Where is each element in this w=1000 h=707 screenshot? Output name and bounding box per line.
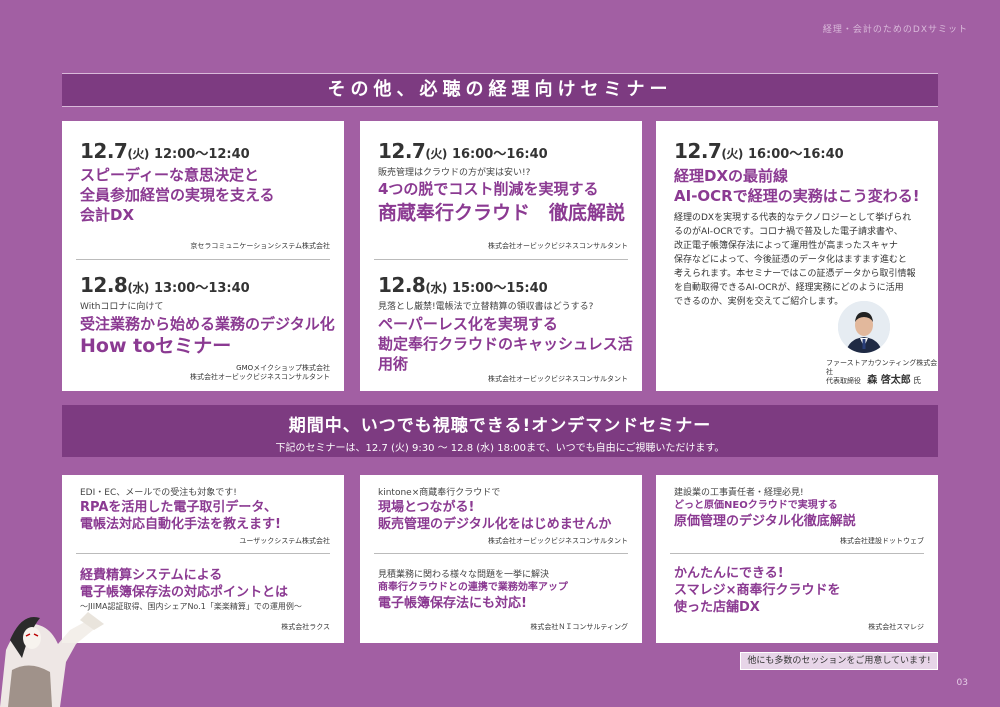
section-banner-ondemand: 期間中、いつでも視聴できる!オンデマンドセミナー 下記のセミナーは、12.7 (…: [62, 405, 938, 457]
session-date: 12.7(火) 16:00〜16:40: [378, 139, 548, 163]
session-title-lead: 商奉行クラウドとの連携で業務効率アップ: [378, 582, 568, 593]
company-name: 株式会社建設ドットウェブ: [840, 537, 924, 545]
page-number: 03: [956, 678, 968, 688]
session-subtitle: kintone×商蔵奉行クラウドで: [378, 488, 501, 498]
more-sessions-note: 他にも多数のセッションをご用意しています!: [740, 652, 938, 670]
session-date: 12.8(水) 15:00〜15:40: [378, 273, 548, 297]
session-date: 12.7(火) 16:00〜16:40: [674, 139, 844, 163]
company-name: ユーザックシステム株式会社: [239, 537, 330, 545]
session-title-emphasis: 商蔵奉行クラウド 徹底解説: [378, 202, 626, 224]
divider: [670, 553, 924, 554]
company-name: 株式会社ＮＩコンサルティング: [530, 623, 628, 631]
session-title: スピーディーな意思決定と 全員参加経営の実現を支える 会計DX: [80, 166, 275, 224]
company-name: 株式会社スマレジ: [868, 623, 924, 631]
session-subtitle: 見落とし厳禁!電帳法で立替精算の領収書はどうする?: [378, 302, 594, 312]
session-title: 現場とつながる! 販売管理のデジタル化をはじめませんか: [378, 500, 612, 532]
session-description: 経理のDXを実現する代表的なテクノロジーとして挙げられ るのがAI-OCRです。…: [674, 213, 916, 307]
company-name: GMOメイクショップ株式会社 株式会社オービックビジネスコンサルタント: [190, 364, 330, 381]
seminar-card-2: 12.7(火) 16:00〜16:40 販売管理はクラウドの方が実は安い!? 4…: [360, 121, 642, 391]
session-title: 電子帳簿保存法にも対応!: [378, 596, 527, 611]
seminar-card-1: 12.7(火) 12:00〜12:40 スピーディーな意思決定と 全員参加経営の…: [62, 121, 344, 391]
session-title: 経費精算システムによる 電子帳簿保存法の対応ポイントとは: [80, 568, 289, 600]
session-subtitle: 販売管理はクラウドの方が実は安い!?: [378, 168, 531, 178]
session-date: 12.7(火) 12:00〜12:40: [80, 139, 250, 163]
ondemand-card-2: kintone×商蔵奉行クラウドで 現場とつながる! 販売管理のデジタル化をはじ…: [360, 475, 642, 643]
session-subtitle: EDI・EC、メールでの受注も対象です!: [80, 488, 237, 498]
section-banner-seminars: その他、必聴の経理向けセミナー: [62, 73, 938, 107]
divider: [76, 553, 330, 554]
session-title: 4つの脱でコスト削減を実現する: [378, 180, 599, 198]
session-title: 原価管理のデジタル化徹底解説: [674, 514, 856, 529]
session-title: かんたんにできる! スマレジ×商奉行クラウドを 使った店舗DX: [674, 566, 841, 615]
page: 経理・会計のためのDXサミット その他、必聴の経理向けセミナー 12.7(火) …: [0, 0, 1000, 707]
session-title: 受注業務から始める業務のデジタル化: [80, 315, 335, 333]
kabuki-illustration: [0, 600, 110, 707]
session-subtitle: 建設業の工事責任者・経理必見!: [674, 488, 804, 498]
session-subtitle: 〜JIIMA認証取得、国内シェアNo.1「楽楽精算」での運用例〜: [80, 602, 302, 611]
seminar-card-3: 12.7(火) 16:00〜16:40 経理DXの最前線 AI-OCRで経理の実…: [656, 121, 938, 391]
session-title-lead: どっと原価NEOクラウドで実現する: [674, 500, 838, 511]
company-name: 株式会社オービックビジネスコンサルタント: [488, 537, 628, 545]
session-title-emphasis: How toセミナー: [80, 335, 232, 357]
speaker-info: 代表取締役 森 啓太郎 氏: [826, 375, 921, 386]
session-title: RPAを活用した電子取引データ、 電帳法対応自動化手法を教えます!: [80, 500, 281, 532]
company-name: 京セラコミュニケーションシステム株式会社: [190, 242, 330, 250]
ondemand-card-3: 建設業の工事責任者・経理必見! どっと原価NEOクラウドで実現する 原価管理のデ…: [656, 475, 938, 643]
company-name: 株式会社オービックビジネスコンサルタント: [488, 242, 628, 250]
section-title: 期間中、いつでも視聴できる!オンデマンドセミナー: [288, 416, 712, 436]
session-date: 12.8(水) 13:00〜13:40: [80, 273, 250, 297]
section-subtitle: 下記のセミナーは、12.7 (火) 9:30 〜 12.8 (水) 18:00ま…: [275, 443, 725, 454]
session-title: 経理DXの最前線 AI-OCRで経理の実務はこう変わる!: [674, 167, 920, 205]
divider: [374, 553, 628, 554]
session-subtitle: 見積業務に関わる様々な問題を一挙に解決: [378, 570, 550, 580]
divider: [374, 259, 628, 260]
header-tag: 経理・会計のためのDXサミット: [822, 25, 968, 35]
speaker-photo: [838, 301, 890, 353]
session-subtitle: Withコロナに向けて: [80, 302, 164, 312]
divider: [76, 259, 330, 260]
company-name: 株式会社ラクス: [281, 623, 330, 631]
session-title: ペーパーレス化を実現する 勘定奉行クラウドのキャッシュレス活用術: [378, 315, 633, 373]
company-name: 株式会社オービックビジネスコンサルタント: [488, 375, 628, 383]
